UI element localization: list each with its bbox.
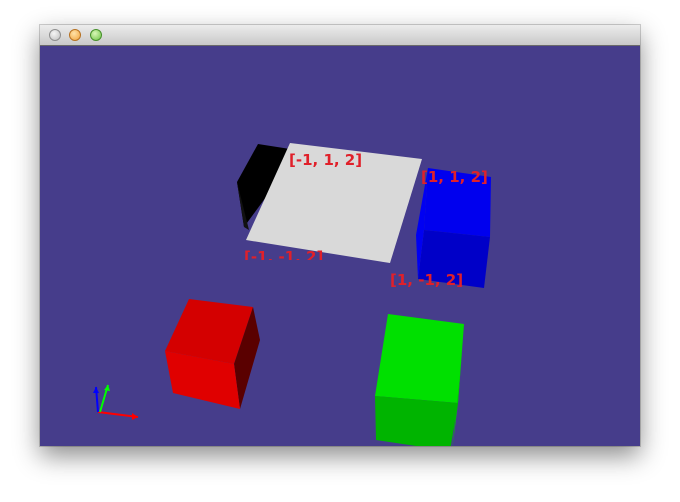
corner-label-bottom-right: [1, -1, 2] (390, 271, 464, 289)
corner-label-bottom-left: [-1, -1, 2] (244, 250, 324, 260)
red-cube (165, 299, 260, 409)
corner-label-top-left: [-1, 1, 2] (289, 151, 363, 169)
3d-viewport[interactable]: [-1, 1, 2] [1, 1, 2] [-1, -1, 2] [1, -1,… (40, 47, 640, 446)
axes-indicator (93, 384, 139, 420)
minimize-button[interactable] (69, 29, 81, 41)
blue-cube (416, 168, 491, 288)
close-button[interactable] (49, 29, 61, 41)
app-window: [-1, 1, 2] [1, 1, 2] [-1, -1, 2] [1, -1,… (40, 25, 640, 446)
green-cube (375, 314, 464, 446)
corner-label-top-right: [1, 1, 2] (421, 168, 488, 186)
title-bar (40, 25, 640, 46)
zoom-button[interactable] (90, 29, 102, 41)
scene-svg (93, 143, 491, 446)
